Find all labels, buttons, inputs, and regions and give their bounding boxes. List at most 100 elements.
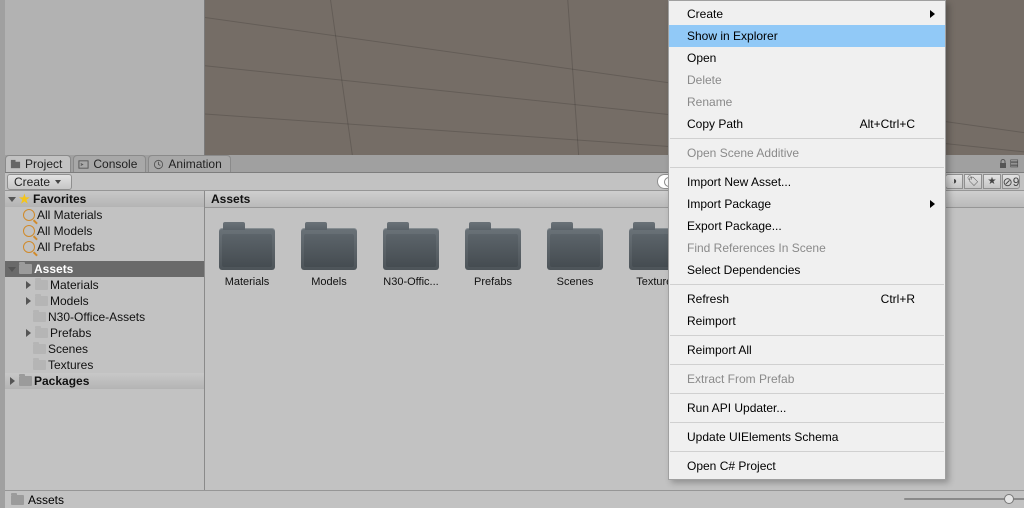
menu-separator	[670, 335, 944, 336]
assets-header[interactable]: Assets	[5, 261, 204, 277]
chevron-right-icon	[7, 376, 17, 386]
asset-folder-item[interactable]: Prefabs	[5, 325, 204, 341]
menu-item[interactable]: Run API Updater...	[669, 397, 945, 419]
menu-item-label: Refresh	[687, 292, 729, 306]
menu-separator	[670, 167, 944, 168]
menu-item-label: Run API Updater...	[687, 401, 786, 415]
asset-folder-item[interactable]: N30-Office-Assets	[5, 309, 204, 325]
folder-icon	[301, 228, 357, 270]
menu-item[interactable]: Refresh Ctrl+R	[669, 288, 945, 310]
folder-icon	[33, 360, 46, 370]
favorite-item[interactable]: All Materials	[5, 207, 204, 223]
menu-item[interactable]: Open C# Project	[669, 455, 945, 477]
grid-item[interactable]: Materials	[215, 228, 279, 288]
filter-by-label-button[interactable]: 🏷	[964, 174, 982, 189]
menu-item-label: Copy Path	[687, 117, 743, 131]
tabbar-lock[interactable]: ▤	[998, 155, 1019, 172]
menu-item: Extract From Prefab	[669, 368, 945, 390]
favorite-item[interactable]: All Prefabs	[5, 239, 204, 255]
tab-label: Console	[93, 157, 137, 171]
tab-console[interactable]: Console	[73, 155, 146, 172]
menu-item[interactable]: Copy PathAlt+Ctrl+C	[669, 113, 945, 135]
breadcrumb[interactable]: Assets	[28, 493, 64, 507]
menu-item-label: Import Package	[687, 197, 771, 211]
favorite-item[interactable]: All Models	[5, 223, 204, 239]
menu-item-label: Delete	[687, 73, 722, 87]
folder-icon	[547, 228, 603, 270]
menu-item: Rename	[669, 91, 945, 113]
asset-folder-item[interactable]: Textures	[5, 357, 204, 373]
menu-item-label: Export Package...	[687, 219, 782, 233]
grid-item[interactable]: Prefabs	[461, 228, 525, 288]
menu-separator	[670, 451, 944, 452]
menu-item[interactable]: Reimport	[669, 310, 945, 332]
create-button[interactable]: Create	[7, 174, 72, 190]
tab-project[interactable]: Project	[5, 155, 71, 172]
menu-item-label: Import New Asset...	[687, 175, 791, 189]
lock-icon	[998, 159, 1008, 169]
menu-shortcut: Ctrl+R	[881, 292, 915, 306]
folder-icon	[35, 328, 48, 338]
menu-item[interactable]: Export Package...	[669, 215, 945, 237]
chevron-right-icon	[23, 296, 33, 306]
menu-item[interactable]: Import New Asset...	[669, 171, 945, 193]
console-icon	[78, 159, 89, 170]
menu-item-label: Show in Explorer	[687, 29, 778, 43]
grid-item[interactable]: Models	[297, 228, 361, 288]
folder-icon	[33, 344, 46, 354]
menu-item[interactable]: Select Dependencies	[669, 259, 945, 281]
folder-icon	[383, 228, 439, 270]
menu-item: Delete	[669, 69, 945, 91]
chevron-down-icon	[7, 194, 17, 204]
menu-item[interactable]: Update UIElements Schema	[669, 426, 945, 448]
folder-icon	[19, 264, 32, 274]
menu-separator	[670, 393, 944, 394]
save-search-button[interactable]: ★	[983, 174, 1001, 189]
menu-item[interactable]: Import Package	[669, 193, 945, 215]
menu-item-label: Open Scene Additive	[687, 146, 799, 160]
search-filter-icon	[23, 209, 35, 221]
menu-item-label: Rename	[687, 95, 732, 109]
chevron-down-icon	[7, 264, 17, 274]
chevron-right-icon	[23, 280, 33, 290]
folder-icon	[35, 296, 48, 306]
menu-separator	[670, 364, 944, 365]
menu-item[interactable]: Reimport All	[669, 339, 945, 361]
menu-separator	[670, 422, 944, 423]
tab-animation[interactable]: Animation	[148, 155, 230, 172]
asset-folder-item[interactable]: Models	[5, 293, 204, 309]
chevron-right-icon	[23, 328, 33, 338]
menu-item-label: Open C# Project	[687, 459, 776, 473]
folder-icon	[219, 228, 275, 270]
context-menu: Create Show in Explorer Open Delete Rename Co…	[668, 0, 946, 480]
star-icon: ★	[19, 193, 31, 205]
menu-item-label: Select Dependencies	[687, 263, 800, 277]
menu-separator	[670, 138, 944, 139]
tab-label: Project	[25, 157, 62, 171]
packages-header[interactable]: Packages	[5, 373, 204, 389]
asset-folder-item[interactable]: Scenes	[5, 341, 204, 357]
grid-item[interactable]: N30-Offic...	[379, 228, 443, 288]
search-filter-icon	[23, 225, 35, 237]
thumbnail-size-slider[interactable]	[904, 492, 1014, 506]
menu-item-label: Find References In Scene	[687, 241, 826, 255]
menu-item-label: Open	[687, 51, 716, 65]
menu-item[interactable]: Open	[669, 47, 945, 69]
menu-item-label: Create	[687, 7, 723, 21]
search-filter-icon	[23, 241, 35, 253]
animation-icon	[153, 159, 164, 170]
menu-item[interactable]: Create	[669, 3, 945, 25]
menu-item: Open Scene Additive	[669, 142, 945, 164]
project-sidebar: ★ Favorites All Materials All Models All…	[5, 191, 205, 490]
filter-by-type-button[interactable]: ◑	[945, 174, 963, 189]
breadcrumb-bar: Assets	[5, 490, 1024, 508]
folder-icon	[465, 228, 521, 270]
menu-item-label: Reimport	[687, 314, 736, 328]
hidden-toggle-button[interactable]: ⊘9	[1002, 174, 1020, 189]
filter-buttons: ◑ 🏷 ★ ⊘9	[945, 174, 1020, 189]
grid-item[interactable]: Scenes	[543, 228, 607, 288]
menu-item[interactable]: Show in Explorer	[669, 25, 945, 47]
favorites-header[interactable]: ★ Favorites	[5, 191, 204, 207]
menu-item: Find References In Scene	[669, 237, 945, 259]
asset-folder-item[interactable]: Materials	[5, 277, 204, 293]
